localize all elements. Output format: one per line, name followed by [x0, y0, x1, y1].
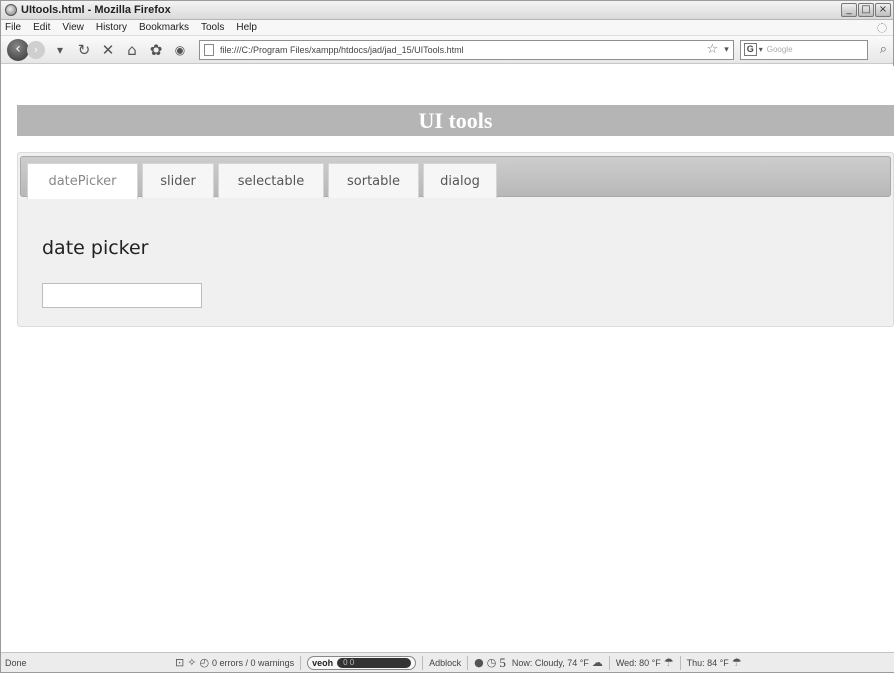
menu-edit[interactable]: Edit [33, 22, 50, 33]
url-text[interactable]: file:///C:/Program Files/xampp/htdocs/ja… [220, 45, 703, 55]
clock-icon[interactable]: ◷ [487, 656, 497, 669]
status-icons: ● ◷ 5 [474, 655, 506, 671]
stop-icon[interactable]: ✕ [99, 41, 117, 59]
tabs-widget: datePicker slider selectable sortable di… [17, 152, 894, 327]
status-bar: Done ⊡ ✧ ◴ 0 errors / 0 warnings veoh 0 … [1, 652, 894, 672]
extension-icon[interactable]: ✿ [147, 41, 165, 59]
weather-now[interactable]: Now: Cloudy, 74 °F ☁ [512, 656, 603, 669]
maximize-icon[interactable]: □ [858, 3, 874, 17]
reload-icon[interactable]: ↻ [75, 41, 93, 59]
cloud-icon: ☁ [591, 656, 603, 669]
google-engine-icon[interactable]: G [743, 43, 757, 56]
counter-badge[interactable]: 5 [499, 655, 506, 671]
check-circle-icon[interactable]: ◴ [199, 656, 209, 669]
date-picker-input[interactable] [42, 283, 202, 308]
menu-help[interactable]: Help [236, 22, 257, 33]
status-divider [300, 655, 302, 670]
adblock-cell: Adblock [429, 658, 461, 668]
veoh-widget[interactable]: veoh 0 0 [307, 655, 417, 670]
veoh-counter-bar: 0 0 [337, 657, 412, 668]
bookmark-star-icon[interactable]: ☆ [707, 42, 719, 57]
search-placeholder[interactable]: Google [767, 45, 793, 54]
page-icon [204, 43, 214, 56]
status-divider [467, 655, 469, 670]
page-header: UI tools [17, 105, 894, 136]
menu-bookmarks[interactable]: Bookmarks [139, 22, 189, 33]
tab-datepicker[interactable]: datePicker [27, 163, 138, 199]
status-divider [679, 655, 681, 670]
status-text: Done [5, 657, 27, 668]
error-console-status[interactable]: 0 errors / 0 warnings [212, 658, 294, 668]
window-title: UItools.html - Mozilla Firefox [21, 4, 171, 16]
window-controls: _ □ × [841, 3, 891, 17]
page-title: UI tools [418, 108, 493, 133]
tab-sortable[interactable]: sortable [328, 163, 419, 198]
weather-thu-text: Thu: 84 °F [686, 657, 729, 668]
search-box[interactable]: G ▾ Google [739, 39, 868, 60]
activity-throbber-icon [877, 22, 887, 33]
veoh-logo: veoh [312, 657, 334, 668]
menu-tools[interactable]: Tools [201, 22, 224, 33]
status-tools: ⊡ ✧ ◴ 0 errors / 0 warnings [175, 656, 294, 669]
close-icon[interactable]: × [875, 3, 891, 17]
status-divider [422, 655, 424, 670]
page-viewport: UI tools datePicker slider selectable so… [2, 66, 894, 654]
engine-dropdown-icon[interactable]: ▾ [759, 45, 763, 54]
status-divider [608, 655, 610, 670]
weather-thu[interactable]: Thu: 84 °F ☂ [687, 656, 742, 669]
menu-history[interactable]: History [96, 22, 127, 33]
home-icon[interactable]: ⌂ [123, 41, 141, 59]
address-bar[interactable]: file:///C:/Program Files/xampp/htdocs/ja… [199, 39, 734, 60]
title-bar: UItools.html - Mozilla Firefox _ □ × [1, 1, 893, 20]
navigation-toolbar: ‹ › ▾ ↻ ✕ ⌂ ✿ ◉ file:///C:/Program Files… [1, 36, 893, 64]
minimize-icon[interactable]: _ [841, 3, 857, 17]
tab-dialog[interactable]: dialog [423, 163, 497, 198]
weather-wed-text: Wed: 80 °F [615, 657, 661, 668]
globe-icon[interactable]: ● [474, 656, 484, 669]
cloud-rain-icon: ☂ [663, 656, 674, 669]
panel-heading: date picker [42, 237, 149, 259]
forward-arrow-icon[interactable]: › [27, 40, 45, 59]
tab-slider[interactable]: slider [142, 163, 214, 198]
adblock-label[interactable]: Adblock [429, 658, 461, 668]
database-icon[interactable]: ◉ [171, 43, 189, 57]
cloud-rain-icon: ☂ [731, 656, 742, 669]
tabs-nav: datePicker slider selectable sortable di… [20, 156, 891, 199]
menu-file[interactable]: File [5, 22, 21, 33]
weather-now-text: Now: Cloudy, 74 °F [511, 657, 589, 668]
weather-wed[interactable]: Wed: 80 °F ☂ [616, 656, 674, 669]
menu-view[interactable]: View [62, 22, 84, 33]
back-arrow-icon[interactable]: ‹ [7, 38, 29, 61]
menu-bar: File Edit View History Bookmarks Tools H… [1, 20, 893, 36]
search-magnifier-icon[interactable]: ⌕ [880, 42, 887, 57]
tab-selectable[interactable]: selectable [218, 163, 324, 198]
status-text-cell: Done [5, 658, 175, 668]
url-dropdown-icon[interactable]: ▾ [724, 45, 729, 55]
screen-icon[interactable]: ⊡ [175, 656, 184, 669]
wand-icon[interactable]: ✧ [187, 656, 196, 669]
browser-window: UItools.html - Mozilla Firefox _ □ × Fil… [0, 0, 894, 673]
firefox-icon [5, 4, 17, 16]
history-dropdown-icon[interactable]: ▾ [51, 43, 69, 57]
